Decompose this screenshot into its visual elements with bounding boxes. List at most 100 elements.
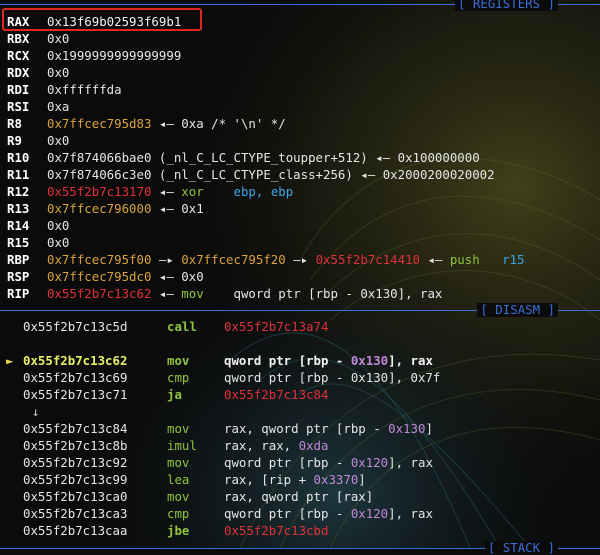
- instruction-operands: rax, [rip + 0x3370]: [224, 471, 366, 488]
- instruction-address: 0x55f2b7c13c69: [23, 370, 128, 385]
- disasm-jump-arrow-row: ↓: [0, 403, 600, 420]
- register-value-part: 0x0: [47, 65, 70, 80]
- instruction-mnemonic: mov: [167, 421, 190, 436]
- operand-part: 0x120: [350, 455, 389, 470]
- register-value-part: qword ptr [rbp - 0x130], rax: [203, 286, 443, 301]
- operand-part: 0xda: [298, 438, 329, 453]
- register-value-part: 0x1999999999999999: [47, 48, 182, 63]
- register-value-part: 0x55f2b7c13170: [47, 184, 152, 199]
- register-name: R10: [7, 150, 30, 165]
- instruction-operands: qword ptr [rbp - 0x130], rax: [224, 352, 433, 369]
- register-value: 0x55f2b7c13170 ◂— xor ebp, ebp: [47, 183, 293, 200]
- register-value-part: push: [449, 252, 480, 267]
- instruction-operands: rax, qword ptr [rbp - 0x130]: [224, 420, 433, 437]
- register-name: R11: [7, 167, 30, 182]
- disasm-instruction: 0x55f2b7c13c71 ja 0x55f2b7c13c84: [0, 386, 600, 403]
- register-value: 0xffffffda: [47, 81, 122, 98]
- register-value: 0xa: [47, 98, 69, 115]
- operand-part: qword ptr [rbp -: [224, 455, 351, 470]
- register-name: RSP: [7, 269, 30, 284]
- register-name: RCX: [7, 48, 30, 63]
- instruction-mnemonic: lea: [167, 472, 190, 487]
- instruction-operands: 0x55f2b7c13a74: [224, 318, 328, 335]
- register-row-r11: R11 0x7f874066c3e0 (_nl_C_LC_CTYPE_class+…: [0, 166, 600, 183]
- register-value-part: r15: [502, 252, 525, 267]
- operand-part: qword ptr [rbp -: [224, 506, 351, 521]
- register-name: RBX: [7, 31, 30, 46]
- instruction-mnemonic: cmp: [167, 506, 190, 521]
- register-name: RDI: [7, 82, 30, 97]
- register-value-part: —▸: [285, 252, 316, 267]
- register-value-part: 0x7ffcec795dc0: [47, 269, 152, 284]
- register-value-part: ◂— 0x0: [151, 269, 204, 284]
- instruction-operands: qword ptr [rbp - 0x120], rax: [224, 505, 433, 522]
- register-row-r10: R10 0x7f874066bae0 (_nl_C_LC_CTYPE_touppe…: [0, 149, 600, 166]
- register-value-part: —▸: [151, 252, 182, 267]
- register-row-rip: RIP 0x55f2b7c13c62 ◂— mov qword ptr [rbp …: [0, 285, 600, 302]
- register-value: 0x7ffcec795f00 —▸ 0x7ffcec795f20 —▸ 0x55…: [47, 251, 524, 268]
- disasm-instruction: 0x55f2b7c13c8b imul rax, rax, 0xda: [0, 437, 600, 454]
- register-value-part: 0x55f2b7c13c62: [47, 286, 152, 301]
- register-value-part: 0x7ffcec795d83: [47, 116, 152, 131]
- operand-part: 0x3370: [313, 472, 359, 487]
- register-value: 0x1999999999999999: [47, 47, 181, 64]
- operand-part: rax, qword ptr [rax]: [224, 489, 374, 504]
- register-value: 0x0: [47, 217, 69, 234]
- instruction-address: 0x55f2b7c13c71: [23, 387, 128, 402]
- register-value-part: [204, 184, 234, 199]
- register-name: R15: [7, 235, 30, 250]
- register-row-r8: R8 0x7ffcec795d83 ◂— 0xa /* '\n' */: [0, 115, 600, 132]
- register-name: RBP: [7, 252, 30, 267]
- register-value: 0x0: [47, 234, 69, 251]
- register-value-part: ebp, ebp: [233, 184, 294, 199]
- register-row-rdx: RDX 0x0: [0, 64, 600, 81]
- register-row-r15: R15 0x0: [0, 234, 600, 251]
- operand-part: 0x130: [388, 421, 426, 436]
- register-value-part: 0xffffffda: [47, 82, 122, 97]
- instruction-mnemonic: mov: [167, 489, 190, 504]
- disasm-instruction: 0x55f2b7c13c92 mov qword ptr [rbp - 0x120]…: [0, 454, 600, 471]
- register-row-rdi: RDI 0xffffffda: [0, 81, 600, 98]
- register-value: 0x55f2b7c13c62 ◂— mov qword ptr [rbp - 0…: [47, 285, 442, 302]
- register-value-part: 0x7ffcec795f20: [181, 252, 286, 267]
- register-value-part: 0x55f2b7c14410: [315, 252, 420, 267]
- operand-part: rax, qword ptr [rbp -: [224, 421, 389, 436]
- operand-part: 0x55f2b7c13cbd: [224, 523, 329, 538]
- register-value-part: 0x7ffcec796000: [47, 201, 152, 216]
- disasm-instruction: 0x55f2b7c13c84 mov rax, qword ptr [rbp - 0…: [0, 420, 600, 437]
- operand-part: ], rax: [388, 506, 433, 521]
- register-name: RIP: [7, 286, 30, 301]
- down-arrow-icon: ↓: [32, 404, 40, 419]
- register-value: 0x7f874066bae0 (_nl_C_LC_CTYPE_toupper+5…: [47, 149, 480, 166]
- register-value-part: 0x0: [47, 218, 70, 233]
- instruction-mnemonic: mov: [167, 353, 190, 368]
- register-value: 0x7ffcec795d83 ◂— 0xa /* '\n' */: [47, 115, 286, 132]
- register-value-part: 0x7f874066bae0 (_nl_C_LC_CTYPE_toupper+5…: [47, 150, 480, 165]
- operand-part: ], rax: [388, 455, 433, 470]
- register-value-part: 0x0: [47, 235, 70, 250]
- register-name: R8: [7, 116, 22, 131]
- instruction-mnemonic: imul: [167, 438, 197, 453]
- instruction-address: 0x55f2b7c13c84: [23, 421, 128, 436]
- disasm-instruction: 0x55f2b7c13c99 lea rax, [rip + 0x3370]: [0, 471, 600, 488]
- instruction-mnemonic: mov: [167, 455, 190, 470]
- register-row-rcx: RCX 0x1999999999999999: [0, 47, 600, 64]
- register-name: RDX: [7, 65, 30, 80]
- register-value-part: 0x7ffcec795f00: [47, 252, 152, 267]
- operand-part: ]: [358, 472, 366, 487]
- disasm-instruction: 0x55f2b7c13ca3 cmp qword ptr [rbp - 0x120]…: [0, 505, 600, 522]
- register-value-part: 0x0: [47, 133, 70, 148]
- register-value-part: 0x0: [47, 31, 70, 46]
- register-value: 0x0: [47, 30, 69, 47]
- instruction-address: 0x55f2b7c13caa: [23, 523, 128, 538]
- register-value-part: ◂—: [420, 252, 450, 267]
- instruction-address: 0x55f2b7c13c8b: [23, 438, 128, 453]
- instruction-operands: rax, qword ptr [rax]: [224, 488, 373, 505]
- instruction-mnemonic: ja: [167, 387, 182, 402]
- operand-part: ]: [425, 421, 433, 436]
- register-name: RSI: [7, 99, 30, 114]
- instruction-operands: 0x55f2b7c13cbd: [224, 522, 328, 539]
- register-value-part: ◂—: [151, 184, 182, 199]
- register-value-part: xor: [181, 184, 204, 199]
- stack-panel-title: [ STACK ]: [484, 541, 558, 555]
